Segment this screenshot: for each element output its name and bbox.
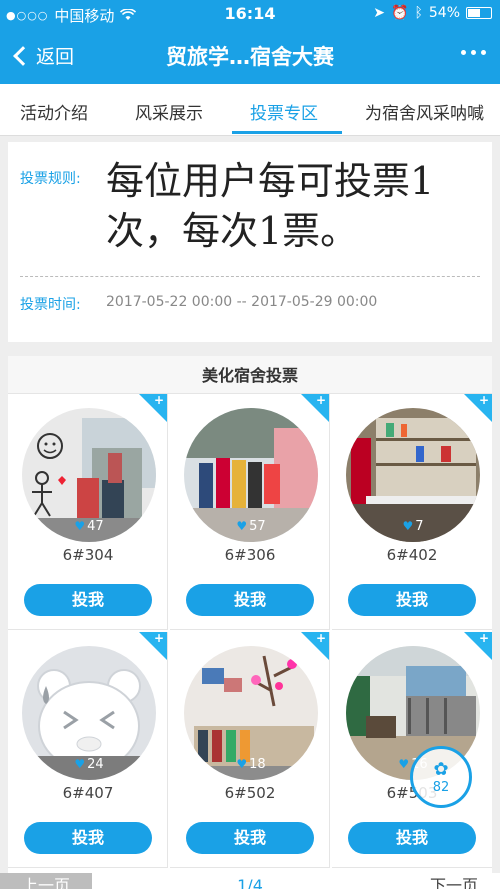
heart-icon: ♥ <box>236 757 248 771</box>
dorm-photo[interactable]: ♥ 47 <box>22 408 156 542</box>
vote-button[interactable]: 投我 <box>186 822 314 854</box>
page-title: 贸旅学…宿舍大赛 <box>166 45 334 69</box>
tab-voting[interactable]: 投票专区 <box>250 99 318 124</box>
heart-icon: ♥ <box>74 757 86 771</box>
heart-icon: ♥ <box>398 757 410 771</box>
flower-icon: ✿ <box>433 759 449 780</box>
room-number: 6#502 <box>224 784 276 802</box>
tab-bar: 活动介绍 风采展示 投票专区 为宿舍风采呐喊 <box>0 84 500 136</box>
plus-icon: + <box>315 631 326 645</box>
more-dot <box>471 50 476 55</box>
status-right: ➤ ⏰ ᛒ 54% <box>373 5 492 21</box>
like-count: ♥ 18 <box>184 757 318 772</box>
room-number: 6#306 <box>224 546 276 564</box>
entry-card: + ♥ 18 6#502 投我 <box>170 631 330 868</box>
dorm-photo[interactable]: ♥ 24 <box>22 646 156 780</box>
chevron-left-icon <box>13 45 33 66</box>
room-number: 6#407 <box>62 784 114 802</box>
vote-button[interactable]: 投我 <box>24 822 152 854</box>
vote-button[interactable]: 投我 <box>348 584 476 616</box>
section-title: 美化宿舍投票 <box>8 356 492 394</box>
divider <box>20 276 480 277</box>
status-bar: ●○○○ 中国移动 16:14 ➤ ⏰ ᛒ 54% <box>0 0 500 28</box>
room-number: 6#304 <box>62 546 114 564</box>
entry-card: + ♥ 7 6#402 投我 <box>332 393 492 630</box>
entry-card: + ♥ 24 6#407 投我 <box>8 631 168 868</box>
rules-card: 投票规则: 每位用户每可投票1次，每次1票。 投票时间: 2017-05-22 … <box>8 142 492 342</box>
vote-section: 美化宿舍投票 + ♥47 6#304 投我 + ♥57 6#306 投我 + <box>8 356 492 889</box>
alarm-icon: ⏰ <box>391 5 409 21</box>
tab-showcase[interactable]: 风采展示 <box>135 99 203 124</box>
plus-icon: + <box>153 393 164 407</box>
rules-label: 投票规则: <box>20 171 81 187</box>
back-label: 返回 <box>36 46 75 68</box>
plus-icon: + <box>153 631 164 645</box>
plus-icon: + <box>315 393 326 407</box>
active-tab-indicator <box>232 131 342 134</box>
entry-card: + ♥ 57 6#306 投我 <box>170 393 330 630</box>
vote-button[interactable]: 投我 <box>186 584 314 616</box>
like-count: ♥ 24 <box>22 757 156 772</box>
like-count-value: 7 <box>415 519 424 534</box>
pagination: 上一页 1/4 下一页 <box>0 873 500 889</box>
next-page-button[interactable]: 下一页 <box>408 873 500 889</box>
battery-icon <box>466 7 492 19</box>
floating-vote-badge[interactable]: ✿ 82 <box>410 746 472 808</box>
heart-icon: ♥ <box>402 519 414 533</box>
vote-button[interactable]: 投我 <box>348 822 476 854</box>
heart-icon: ♥ <box>74 519 86 533</box>
entry-card: + ♥16 6#503 投我 <box>332 631 492 868</box>
floating-count: 82 <box>432 780 450 795</box>
back-button[interactable]: 返回 <box>10 42 74 69</box>
location-icon: ➤ <box>373 5 386 21</box>
like-count: ♥ 57 <box>184 519 318 534</box>
more-button[interactable] <box>461 50 486 55</box>
bluetooth-icon: ᛒ <box>414 5 423 21</box>
dorm-photo[interactable]: ♥ 57 <box>184 408 318 542</box>
more-dots-icon <box>461 50 466 55</box>
like-count: ♥ 7 <box>346 519 480 534</box>
room-number: 6#402 <box>386 546 438 564</box>
entry-card: + ♥ 47 6#304 投我 <box>8 393 168 630</box>
tab-cheer[interactable]: 为宿舍风采呐喊 <box>365 99 484 124</box>
dorm-photo[interactable]: ♥ 18 <box>184 646 318 780</box>
nav-bar: 返回 贸旅学…宿舍大赛 <box>0 28 500 84</box>
rules-text: 每位用户每可投票1次，每次1票。 <box>106 159 435 253</box>
like-count-value: 24 <box>87 757 104 772</box>
plus-icon: + <box>478 631 489 645</box>
like-count: ♥ 47 <box>22 519 156 534</box>
like-count-value: 57 <box>249 519 266 534</box>
like-count-value: 47 <box>87 519 104 534</box>
like-count-value: 18 <box>249 757 266 772</box>
more-dot <box>481 50 486 55</box>
tab-intro[interactable]: 活动介绍 <box>20 99 88 124</box>
plus-icon: + <box>478 393 489 407</box>
heart-icon: ♥ <box>236 519 248 533</box>
vote-button[interactable]: 投我 <box>24 584 152 616</box>
vote-time-value: 2017-05-22 00:00 -- 2017-05-29 00:00 <box>106 294 378 310</box>
vote-time-label: 投票时间: <box>20 297 81 313</box>
battery-percent: 54% <box>428 5 460 21</box>
dorm-photo[interactable]: ♥ 7 <box>346 408 480 542</box>
